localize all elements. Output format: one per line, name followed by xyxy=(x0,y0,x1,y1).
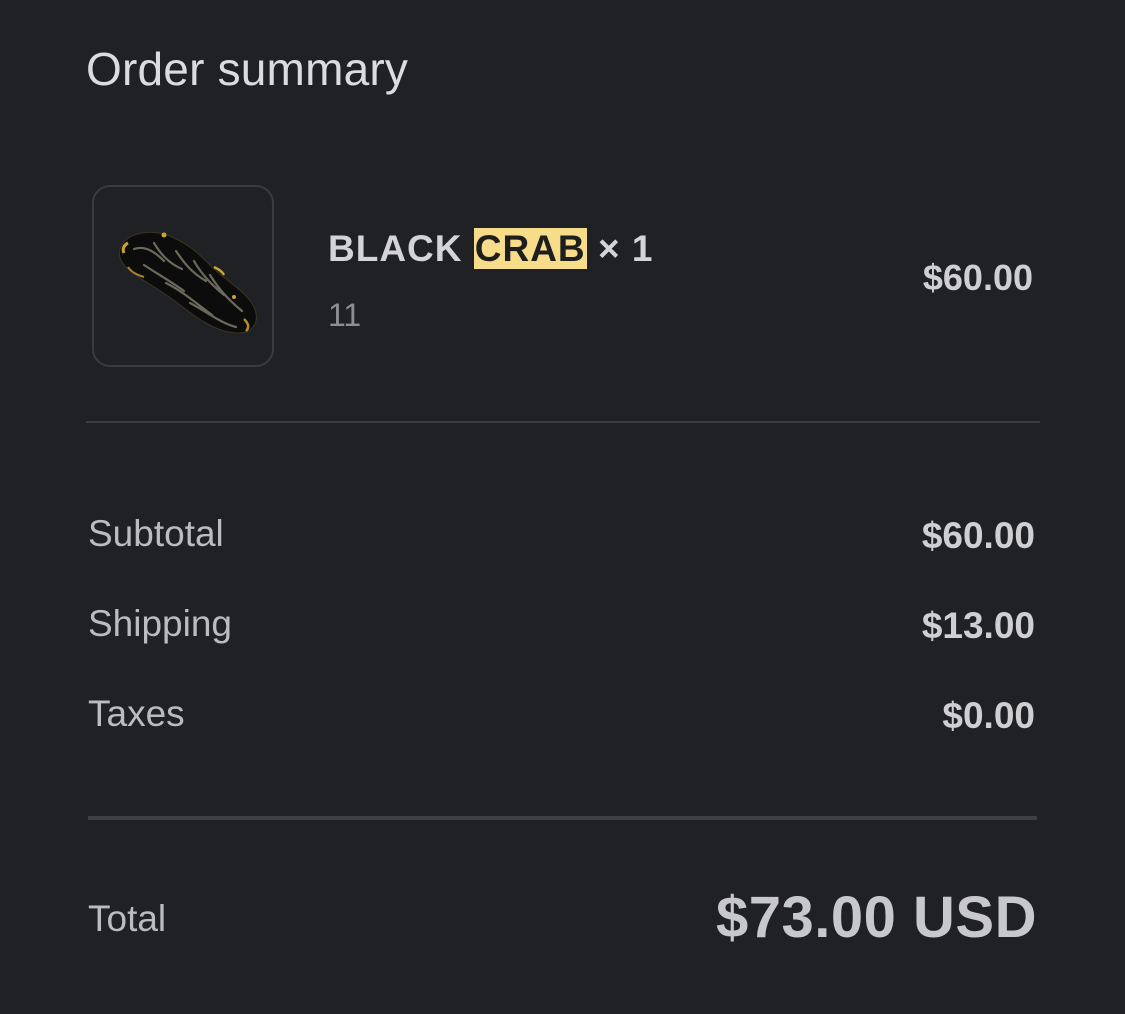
taxes-value: $0.00 xyxy=(942,695,1035,736)
order-summary-title: Order summary xyxy=(86,43,409,95)
product-name-prefix: BLACK xyxy=(328,228,463,269)
product-variant: 11 xyxy=(328,297,362,333)
total-label: Total xyxy=(88,898,167,939)
product-quantity: × 1 xyxy=(597,228,654,269)
shipping-value: $13.00 xyxy=(921,605,1035,646)
taxes-label: Taxes xyxy=(88,693,185,734)
product-thumbnail[interactable] xyxy=(92,185,274,367)
product-image-icon xyxy=(118,231,257,334)
product-price: $60.00 xyxy=(922,257,1033,298)
product-name: BLACK CRAB × 1 xyxy=(328,228,653,270)
total-value: $73.00 USD xyxy=(716,885,1037,950)
product-name-highlight: CRAB xyxy=(473,228,587,269)
subtotal-label: Subtotal xyxy=(88,513,224,554)
subtotal-value: $60.00 xyxy=(921,515,1035,556)
shipping-label: Shipping xyxy=(88,603,233,644)
total-divider xyxy=(88,816,1037,820)
item-divider xyxy=(86,421,1040,423)
